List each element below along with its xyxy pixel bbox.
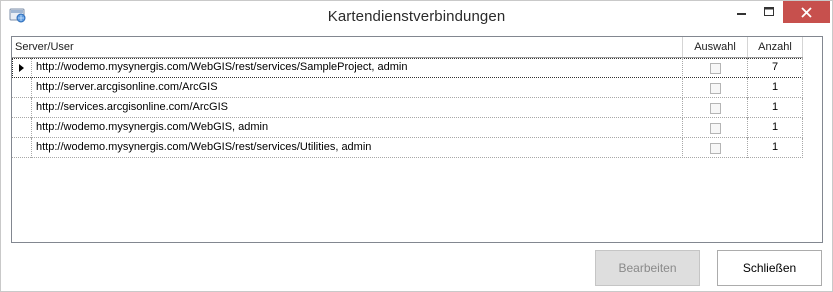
title-bar[interactable]: Kartendienstverbindungen bbox=[1, 1, 832, 31]
server-cell[interactable]: http://wodemo.mysynergis.com/WebGIS, adm… bbox=[33, 118, 683, 138]
anzahl-cell: 1 bbox=[748, 98, 803, 118]
row-header[interactable] bbox=[12, 58, 32, 78]
row-header[interactable] bbox=[12, 138, 32, 158]
column-header-anzahl[interactable]: Anzahl bbox=[748, 37, 803, 57]
maximize-icon[interactable] bbox=[755, 1, 783, 23]
close-icon[interactable] bbox=[783, 1, 830, 23]
dialog-window: Kartendienstverbindungen Server/User Aus… bbox=[0, 0, 833, 292]
current-row-arrow-icon bbox=[19, 64, 24, 72]
anzahl-cell: 1 bbox=[748, 118, 803, 138]
table-row[interactable]: http://wodemo.mysynergis.com/WebGIS/rest… bbox=[12, 58, 803, 78]
auswahl-checkbox[interactable] bbox=[710, 103, 721, 114]
auswahl-checkbox[interactable] bbox=[710, 83, 721, 94]
auswahl-checkbox[interactable] bbox=[710, 63, 721, 74]
connections-grid[interactable]: Server/User Auswahl Anzahl http://wodemo… bbox=[11, 36, 823, 243]
anzahl-cell: 1 bbox=[748, 138, 803, 158]
anzahl-cell: 7 bbox=[748, 58, 803, 78]
edit-button[interactable]: Bearbeiten bbox=[595, 250, 700, 286]
close-button[interactable]: Schließen bbox=[717, 250, 822, 286]
column-header-auswahl[interactable]: Auswahl bbox=[683, 37, 748, 57]
auswahl-cell[interactable] bbox=[683, 78, 748, 98]
table-row[interactable]: http://wodemo.mysynergis.com/WebGIS/rest… bbox=[12, 138, 803, 158]
row-header[interactable] bbox=[12, 98, 32, 118]
table-row[interactable]: http://services.arcgisonline.com/ArcGIS … bbox=[12, 98, 803, 118]
auswahl-checkbox[interactable] bbox=[710, 123, 721, 134]
table-row[interactable]: http://server.arcgisonline.com/ArcGIS 1 bbox=[12, 78, 803, 98]
row-header[interactable] bbox=[12, 118, 32, 138]
minimize-icon[interactable] bbox=[727, 1, 755, 23]
auswahl-cell[interactable] bbox=[683, 138, 748, 158]
auswahl-checkbox[interactable] bbox=[710, 143, 721, 154]
table-row[interactable]: http://wodemo.mysynergis.com/WebGIS, adm… bbox=[12, 118, 803, 138]
server-cell[interactable]: http://wodemo.mysynergis.com/WebGIS/rest… bbox=[33, 138, 683, 158]
anzahl-cell: 1 bbox=[748, 78, 803, 98]
grid-header: Server/User Auswahl Anzahl bbox=[12, 37, 803, 58]
auswahl-cell[interactable] bbox=[683, 98, 748, 118]
server-cell[interactable]: http://services.arcgisonline.com/ArcGIS bbox=[33, 98, 683, 118]
server-cell[interactable]: http://wodemo.mysynergis.com/WebGIS/rest… bbox=[33, 58, 683, 78]
row-header[interactable] bbox=[12, 78, 32, 98]
server-cell[interactable]: http://server.arcgisonline.com/ArcGIS bbox=[33, 78, 683, 98]
auswahl-cell[interactable] bbox=[683, 58, 748, 78]
window-title: Kartendienstverbindungen bbox=[327, 8, 506, 25]
auswahl-cell[interactable] bbox=[683, 118, 748, 138]
column-header-server[interactable]: Server/User bbox=[12, 37, 683, 57]
